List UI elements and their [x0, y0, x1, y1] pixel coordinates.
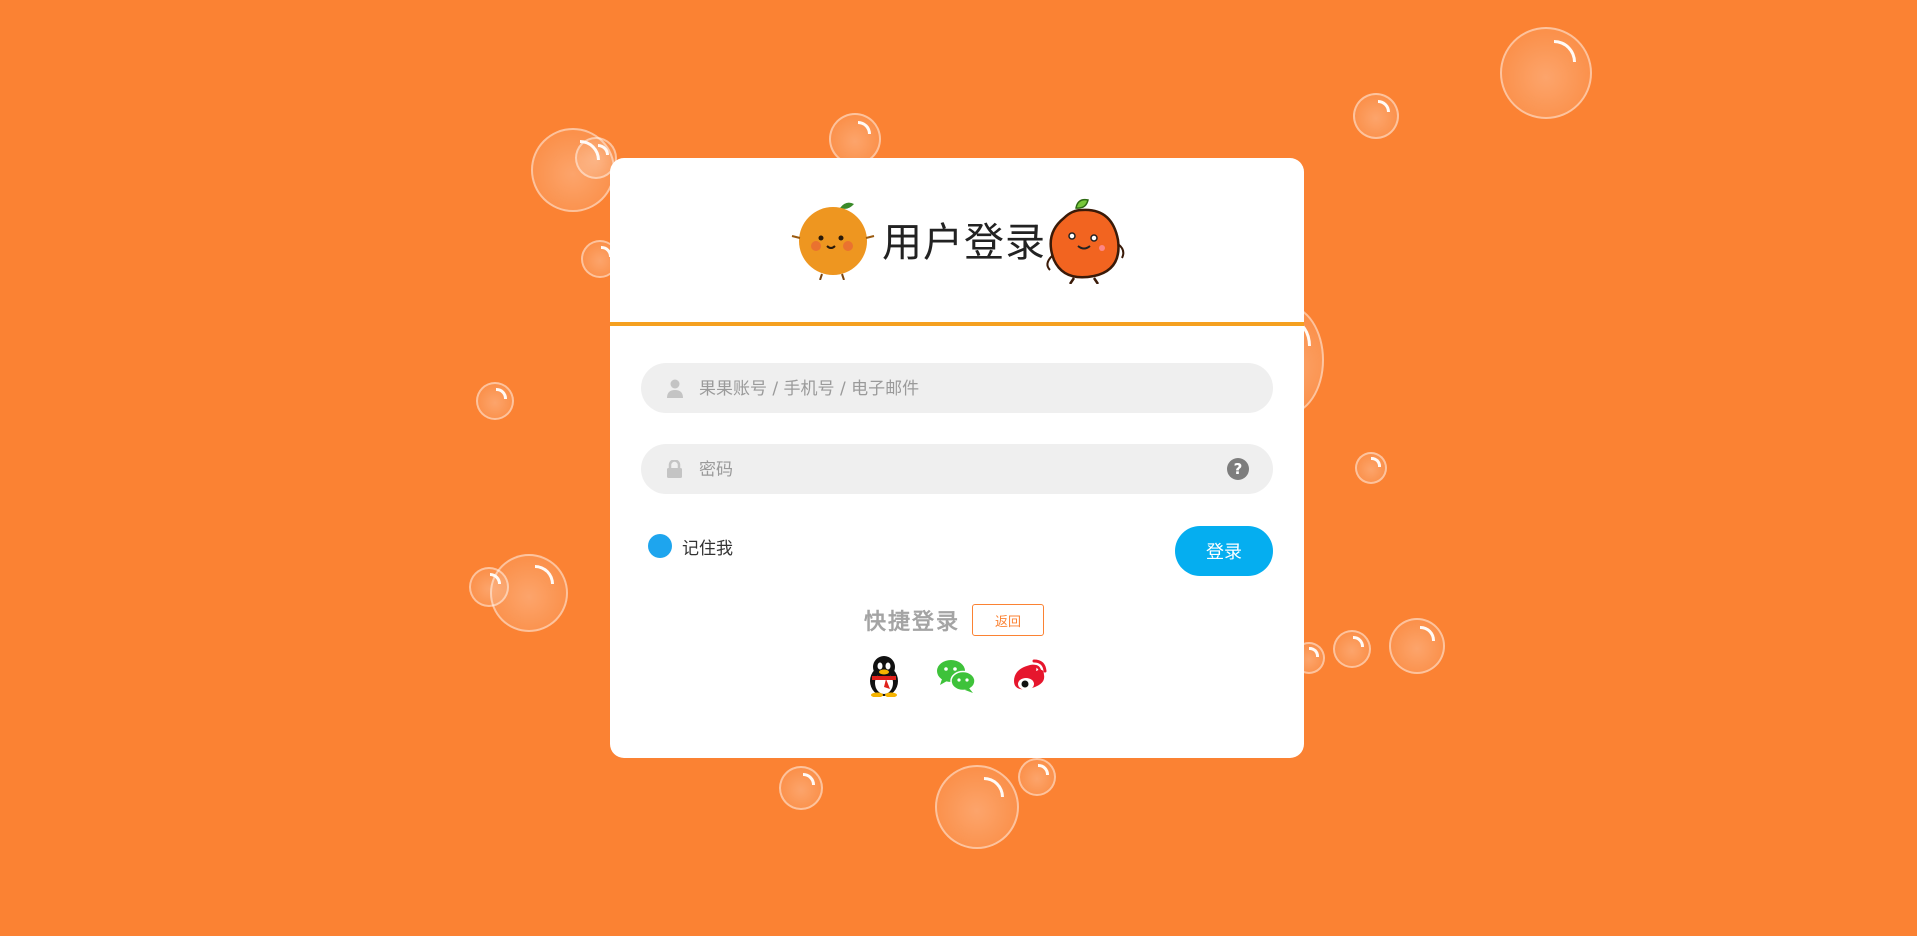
orange-mascot-icon	[791, 202, 875, 280]
login-card: 用户登录 ? 记住我 登录 快捷登录	[610, 158, 1304, 758]
login-header: 用户登录	[610, 158, 1304, 326]
bubble	[1389, 618, 1445, 674]
qq-icon[interactable]	[864, 655, 904, 697]
tangerine-mascot-icon	[1046, 198, 1125, 284]
bubble	[1500, 27, 1592, 119]
login-button[interactable]: 登录	[1175, 526, 1273, 576]
wechat-icon[interactable]	[936, 655, 976, 697]
bubble	[469, 567, 509, 607]
bubble	[476, 382, 514, 420]
quick-login-label: 快捷登录	[864, 610, 961, 635]
bubble	[1355, 452, 1387, 484]
user-icon	[667, 379, 683, 398]
bubble	[1018, 758, 1056, 796]
weibo-icon[interactable]	[1008, 655, 1048, 697]
bubble	[779, 766, 823, 810]
help-icon[interactable]: ?	[1227, 458, 1249, 480]
back-button[interactable]: 返回	[972, 604, 1044, 636]
bubble	[1353, 93, 1399, 139]
page-title: 用户登录	[882, 220, 1046, 266]
username-input[interactable]	[697, 363, 1221, 415]
password-input[interactable]	[697, 444, 1221, 496]
username-field[interactable]	[641, 363, 1273, 415]
remember-me-radio[interactable]	[648, 534, 672, 558]
password-field[interactable]: ?	[641, 444, 1273, 496]
remember-me-label: 记住我	[682, 539, 733, 559]
bubble	[935, 765, 1019, 849]
bubble	[1333, 630, 1371, 668]
lock-icon	[667, 460, 682, 478]
